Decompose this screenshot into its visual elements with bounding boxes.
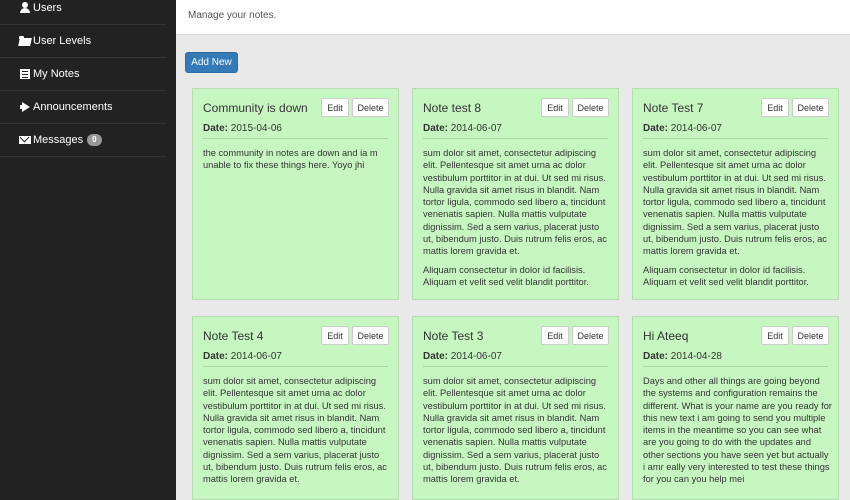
date-value: 2015-04-06 — [230, 123, 282, 134]
note-paragraph: Days and other all things are going beyo… — [643, 376, 832, 485]
date-value: 2014-04-28 — [670, 351, 722, 362]
date-value: 2014-06-07 — [450, 351, 502, 362]
divider — [203, 138, 388, 139]
note-paragraph: Aliquam consectetur in dolor id facilisi… — [643, 264, 809, 287]
delete-button[interactable]: Delete — [792, 98, 829, 117]
note-paragraph: Aliquam consectetur in dolor id facilisi… — [423, 264, 589, 287]
sidebar-item-my-notes[interactable]: My Notes — [0, 58, 166, 91]
sidebar-item-announcements[interactable]: Announcements — [0, 91, 166, 124]
note-title: Hi Ateeq — [643, 329, 689, 343]
date-label: Date: — [203, 351, 229, 362]
divider — [203, 366, 388, 367]
note-title: Note Test 3 — [423, 329, 484, 343]
note-card: Note test 8 Edit Delete Date: 2014-06-07… — [412, 88, 619, 300]
date-label: Date: — [643, 123, 669, 134]
bullhorn-icon — [19, 101, 31, 113]
note-title: Note Test 4 — [203, 329, 264, 343]
note-paragraph: the community in notes are down and ia m… — [203, 148, 378, 171]
delete-button[interactable]: Delete — [352, 326, 389, 345]
sidebar: Users User Levels My Notes Announcements… — [0, 0, 176, 500]
note-paragraph: sum dolor sit amet, consectetur adipisci… — [423, 376, 607, 485]
note-title: Note test 8 — [423, 101, 482, 115]
sidebar-item-user-levels[interactable]: User Levels — [0, 25, 166, 58]
note-paragraph: sum dolor sit amet, consectetur adipisci… — [423, 148, 607, 257]
note-date: Date: 2014-06-07 — [203, 351, 282, 362]
note-body: sum dolor sit amet, consectetur adipisci… — [643, 147, 832, 294]
note-body: sum dolor sit amet, consectetur adipisci… — [423, 375, 612, 492]
notes-icon — [19, 68, 31, 80]
note-body: sum dolor sit amet, consectetur adipisci… — [203, 375, 392, 492]
edit-button[interactable]: Edit — [541, 98, 569, 117]
envelope-icon — [19, 134, 31, 146]
edit-button[interactable]: Edit — [321, 326, 349, 345]
delete-button[interactable]: Delete — [572, 98, 609, 117]
note-card: Community is down Edit Delete Date: 2015… — [192, 88, 399, 300]
note-date: Date: 2014-06-07 — [423, 351, 502, 362]
note-body: sum dolor sit amet, consectetur adipisci… — [423, 147, 612, 294]
note-title: Note Test 7 — [643, 101, 704, 115]
folder-open-icon — [19, 35, 31, 47]
edit-button[interactable]: Edit — [321, 98, 349, 117]
date-label: Date: — [643, 351, 669, 362]
note-card: Note Test 4 Edit Delete Date: 2014-06-07… — [192, 316, 399, 500]
sidebar-item-label: My Notes — [33, 68, 80, 80]
note-date: Date: 2014-06-07 — [423, 123, 502, 134]
messages-count-badge: 0 — [87, 134, 102, 146]
note-card: Note Test 3 Edit Delete Date: 2014-06-07… — [412, 316, 619, 500]
divider — [643, 138, 828, 139]
delete-button[interactable]: Delete — [352, 98, 389, 117]
divider — [643, 366, 828, 367]
note-paragraph: sum dolor sit amet, consectetur adipisci… — [203, 376, 387, 485]
divider — [423, 366, 608, 367]
sidebar-item-label: User Levels — [33, 35, 92, 47]
note-body: the community in notes are down and ia m… — [203, 147, 392, 178]
sidebar-item-label: Users — [33, 2, 62, 14]
sidebar-item-messages[interactable]: Messages 0 — [0, 124, 166, 157]
note-card: Hi Ateeq Edit Delete Date: 2014-04-28 Da… — [632, 316, 839, 500]
date-label: Date: — [423, 351, 449, 362]
date-label: Date: — [203, 123, 229, 134]
edit-button[interactable]: Edit — [541, 326, 569, 345]
page-header: Manage your notes. — [176, 0, 850, 35]
divider — [423, 138, 608, 139]
note-date: Date: 2014-06-07 — [643, 123, 722, 134]
note-title: Community is down — [203, 101, 308, 115]
note-card: Note Test 7 Edit Delete Date: 2014-06-07… — [632, 88, 839, 300]
date-value: 2014-06-07 — [670, 123, 722, 134]
note-date: Date: 2014-04-28 — [643, 351, 722, 362]
date-label: Date: — [423, 123, 449, 134]
page-subtitle: Manage your notes. — [188, 10, 277, 21]
date-value: 2014-06-07 — [450, 123, 502, 134]
edit-button[interactable]: Edit — [761, 98, 789, 117]
note-paragraph: sum dolor sit amet, consectetur adipisci… — [643, 148, 827, 257]
user-icon — [19, 2, 31, 14]
note-body: Days and other all things are going beyo… — [643, 375, 832, 492]
note-date: Date: 2015-04-06 — [203, 123, 282, 134]
delete-button[interactable]: Delete — [572, 326, 609, 345]
edit-button[interactable]: Edit — [761, 326, 789, 345]
add-new-button[interactable]: Add New — [185, 52, 238, 73]
sidebar-item-label: Announcements — [33, 101, 113, 113]
date-value: 2014-06-07 — [230, 351, 282, 362]
sidebar-item-users[interactable]: Users — [0, 0, 166, 25]
sidebar-item-label: Messages — [33, 134, 84, 146]
delete-button[interactable]: Delete — [792, 326, 829, 345]
